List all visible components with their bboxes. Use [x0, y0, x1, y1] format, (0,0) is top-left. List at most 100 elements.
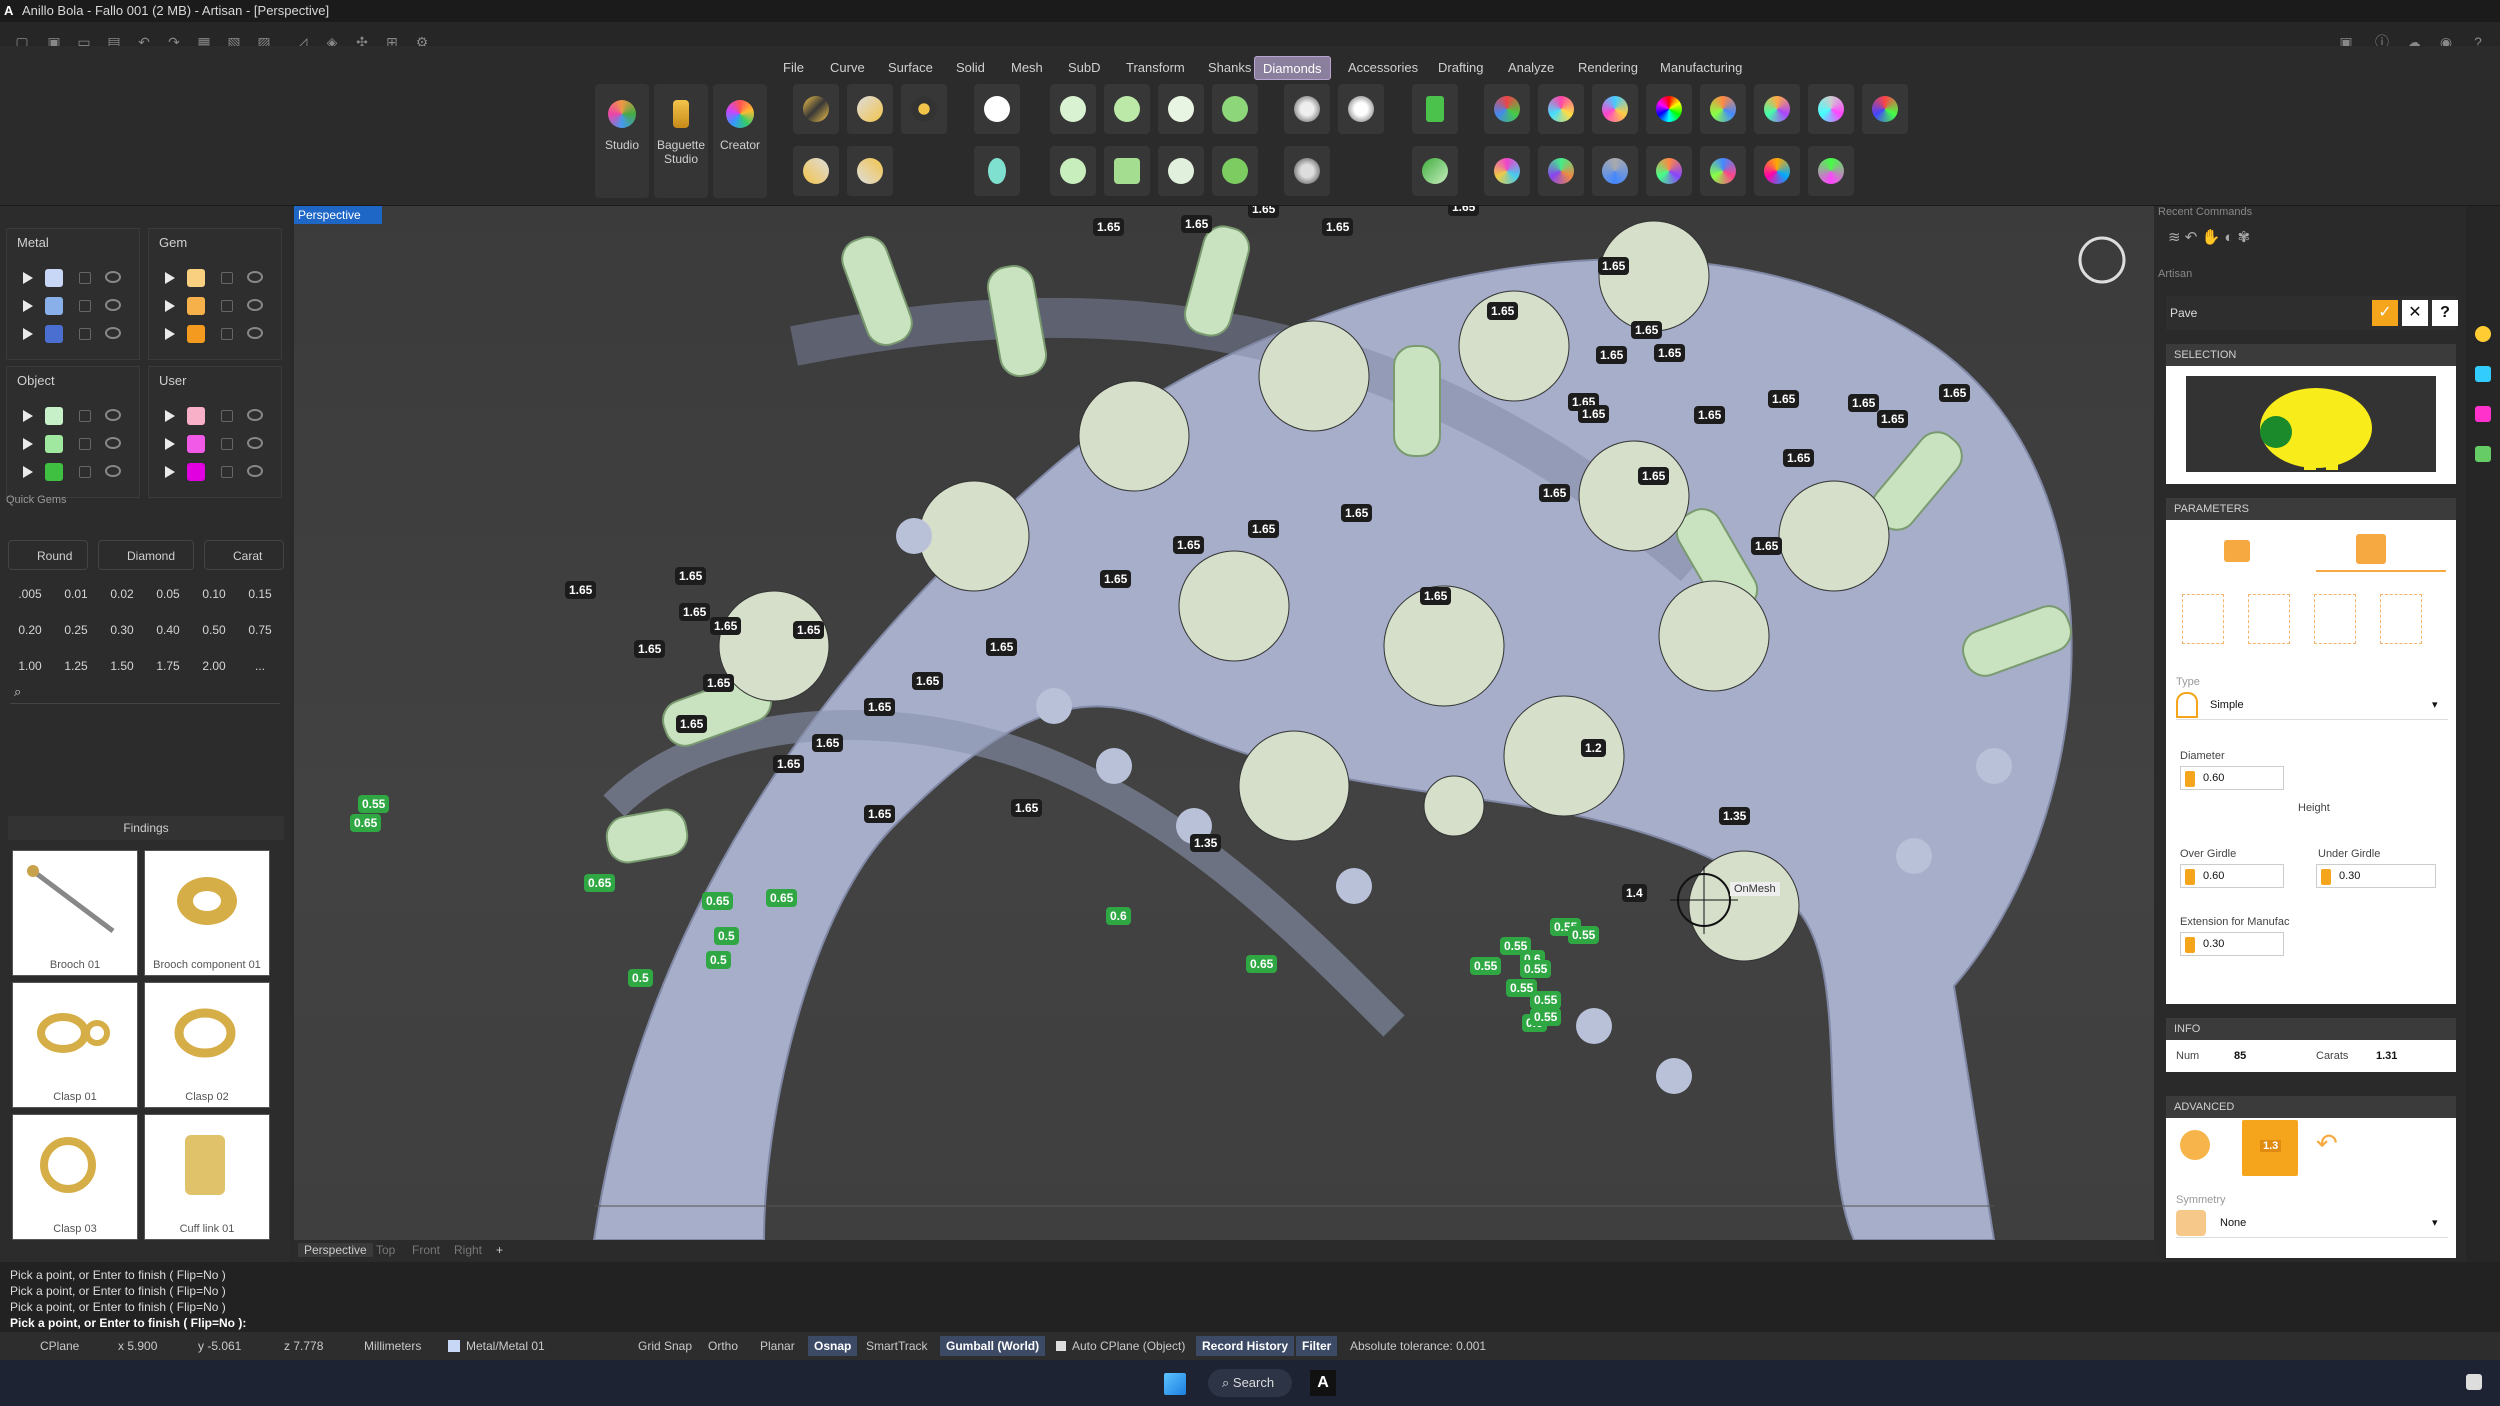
gem-cut-tool[interactable] — [1808, 84, 1854, 134]
gem-report-tool[interactable] — [1538, 84, 1584, 134]
pave-grid-tool[interactable] — [1284, 146, 1330, 196]
gumball-toggle[interactable]: Gumball (World) — [940, 1336, 1046, 1356]
head-tool[interactable] — [1212, 84, 1258, 134]
carat-button[interactable]: Carat — [204, 540, 284, 570]
prong-2-tool[interactable] — [1212, 146, 1258, 196]
finding-thumb[interactable]: Clasp 02 — [144, 982, 270, 1108]
gem-along-curve-tool[interactable] — [793, 84, 839, 134]
cutter-tool[interactable] — [1104, 84, 1150, 134]
carat-option[interactable]: 0.05 — [148, 580, 188, 608]
eye-icon[interactable] — [105, 299, 121, 311]
eye-icon[interactable] — [247, 299, 263, 311]
gem-weight-tool[interactable] — [1754, 84, 1800, 134]
finding-thumb[interactable]: Cuff link 01 — [144, 1114, 270, 1240]
oval-gem-tool[interactable] — [974, 146, 1020, 196]
planar-toggle[interactable]: Planar — [760, 1332, 795, 1360]
play-icon[interactable] — [165, 300, 175, 312]
metal-swatch-1[interactable] — [45, 269, 63, 287]
ortho-toggle[interactable]: Ortho — [708, 1332, 738, 1360]
carat-option[interactable]: 0.25 — [56, 616, 96, 644]
user-swatch-1[interactable] — [187, 407, 205, 425]
metal-layer-row[interactable] — [17, 267, 137, 289]
grid-snap-toggle[interactable]: Grid Snap — [638, 1332, 692, 1360]
eye-icon[interactable] — [105, 327, 121, 339]
object-swatch-1[interactable] — [45, 407, 63, 425]
osnap-toggle[interactable]: Osnap — [808, 1336, 858, 1356]
current-layer[interactable]: Metal/Metal 01 — [466, 1332, 545, 1360]
extension-input[interactable]: 0.30 — [2180, 932, 2284, 956]
eye-icon[interactable] — [247, 437, 263, 449]
lock-icon[interactable] — [79, 328, 91, 340]
gem-flow-tool[interactable] — [847, 146, 893, 196]
eye-icon[interactable] — [105, 437, 121, 449]
record-history-toggle[interactable]: Record History — [1196, 1336, 1295, 1356]
menu-drafting[interactable]: Drafting — [1430, 56, 1492, 80]
round-gem-tool[interactable] — [974, 84, 1020, 134]
gem-layer-row[interactable] — [159, 267, 279, 289]
diamond-button[interactable]: Diamond — [98, 540, 194, 570]
prong-tool[interactable] — [1158, 84, 1204, 134]
play-icon[interactable] — [165, 438, 175, 450]
cutter-type-1-icon[interactable] — [2182, 594, 2224, 644]
carat-option[interactable]: ... — [240, 652, 280, 680]
metal-swatch-3[interactable] — [45, 325, 63, 343]
play-icon[interactable] — [165, 272, 175, 284]
start-icon[interactable] — [1164, 1373, 1186, 1395]
menu-curve[interactable]: Curve — [822, 56, 873, 80]
gem-layer-row[interactable] — [159, 295, 279, 317]
gem-between-tool[interactable] — [847, 84, 893, 134]
carat-option[interactable]: 0.20 — [10, 616, 50, 644]
finding-thumb[interactable]: Clasp 03 — [12, 1114, 138, 1240]
carat-option[interactable]: 0.75 — [240, 616, 280, 644]
play-icon[interactable] — [23, 410, 33, 422]
eye-icon[interactable] — [247, 271, 263, 283]
play-icon[interactable] — [165, 328, 175, 340]
gem-spectrum-tool[interactable] — [1646, 84, 1692, 134]
gem-array-tool[interactable] — [793, 146, 839, 196]
bezel-2-tool[interactable] — [1050, 146, 1096, 196]
findings-search-input[interactable]: ⌕ — [10, 682, 280, 704]
render-icon[interactable] — [2475, 326, 2491, 342]
user-swatch-3[interactable] — [187, 463, 205, 481]
carat-option[interactable]: 0.10 — [194, 580, 234, 608]
cutter-type-4-icon[interactable] — [2380, 594, 2422, 644]
menu-mesh[interactable]: Mesh — [1003, 56, 1051, 80]
cutter-mode-icon[interactable] — [2356, 534, 2386, 564]
cplane-label[interactable]: CPlane — [40, 1332, 79, 1360]
lock-icon[interactable] — [221, 300, 233, 312]
confirm-button[interactable]: ✓ — [2372, 300, 2398, 326]
menu-solid[interactable]: Solid — [948, 56, 993, 80]
carat-option[interactable]: 0.30 — [102, 616, 142, 644]
gem-flip-tool[interactable] — [1808, 146, 1854, 196]
type-select[interactable]: Simple ▾ — [2176, 690, 2448, 720]
gem-swap-tool[interactable] — [1538, 146, 1584, 196]
gem-align-tool[interactable] — [1592, 146, 1638, 196]
ring-model[interactable] — [294, 206, 2154, 1240]
finding-thumb[interactable]: Brooch component 01 — [144, 850, 270, 976]
menu-manufacturing[interactable]: Manufacturing — [1652, 56, 1750, 80]
under-girdle-input[interactable]: 0.30 — [2316, 864, 2436, 888]
gem-search-tool[interactable] — [1592, 84, 1638, 134]
eye-icon[interactable] — [247, 327, 263, 339]
bar-setting-tool[interactable] — [1158, 146, 1204, 196]
eye-icon[interactable] — [247, 465, 263, 477]
lock-icon[interactable] — [221, 466, 233, 478]
creator-button[interactable]: Creator — [713, 84, 767, 198]
menu-file[interactable]: File — [775, 56, 812, 80]
lock-icon[interactable] — [79, 466, 91, 478]
menu-analyze[interactable]: Analyze — [1500, 56, 1562, 80]
baguette-studio-button[interactable]: Baguette Studio — [654, 84, 708, 198]
menu-transform[interactable]: Transform — [1118, 56, 1193, 80]
carat-option[interactable]: 1.75 — [148, 652, 188, 680]
recent-command-icons[interactable]: ≋ ↶ ✋ ◐ ✾ — [2168, 228, 2250, 246]
cutter-type-3-icon[interactable] — [2314, 594, 2356, 644]
bezel-mode-icon[interactable] — [2224, 540, 2250, 562]
tab-top[interactable]: Top — [376, 1243, 395, 1257]
eye-icon[interactable] — [105, 409, 121, 421]
units-label[interactable]: Millimeters — [364, 1332, 421, 1360]
studio-button[interactable]: Studio — [595, 84, 649, 198]
notification-icon[interactable] — [2466, 1374, 2482, 1390]
smarttrack-toggle[interactable]: SmartTrack — [866, 1332, 928, 1360]
pave-cluster-tool[interactable] — [1338, 84, 1384, 134]
diameter-input[interactable]: 0.60 — [2180, 766, 2284, 790]
